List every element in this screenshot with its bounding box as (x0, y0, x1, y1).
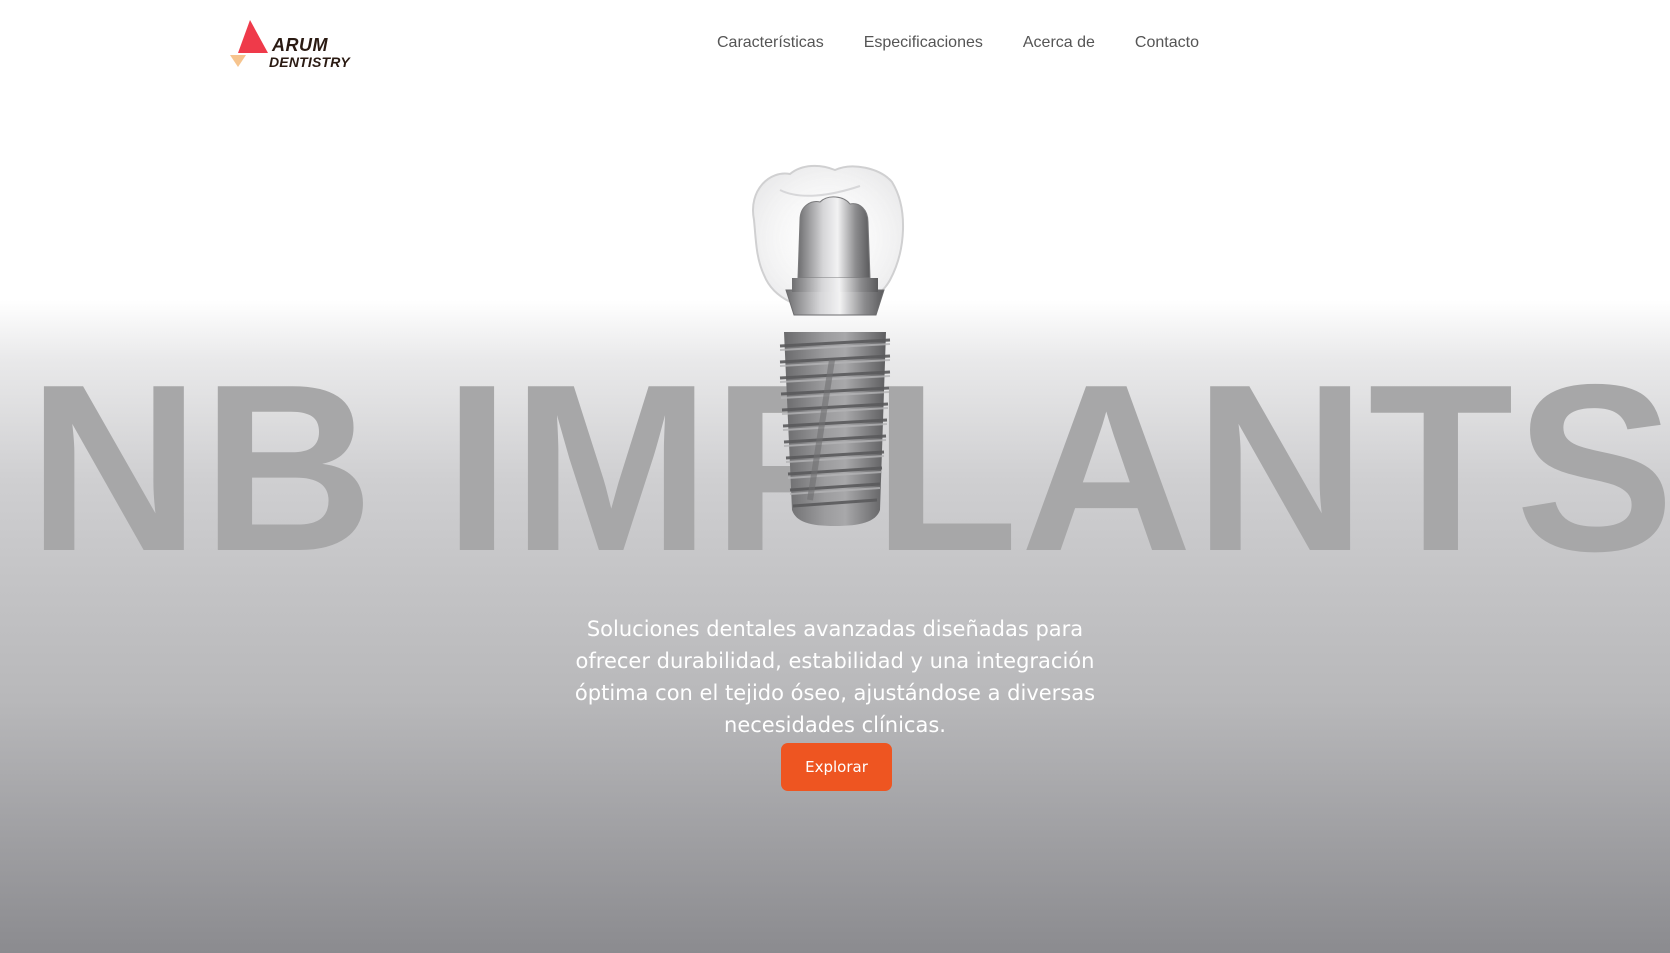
implant-image (752, 164, 905, 526)
main-nav: Características Especificaciones Acerca … (717, 34, 1199, 52)
brand-name-line2: DENTISTRY (269, 54, 350, 70)
nav-item-caracteristicas[interactable]: Características (717, 34, 824, 52)
hero-description: Soluciones dentales avanzadas diseñadas … (574, 617, 1096, 737)
nav-item-contacto[interactable]: Contacto (1135, 34, 1199, 52)
nav-item-acerca-de[interactable]: Acerca de (1023, 34, 1095, 52)
landing-page: ARUM DENTISTRY Características Especific… (0, 0, 1670, 953)
brand-logo[interactable]: ARUM DENTISTRY (228, 18, 358, 72)
site-header: ARUM DENTISTRY Características Especific… (0, 0, 1670, 90)
dental-implant-illustration (740, 160, 940, 560)
nav-item-especificaciones[interactable]: Especificaciones (864, 34, 983, 52)
explore-button[interactable]: Explorar (781, 743, 892, 791)
brand-wordmark: ARUM DENTISTRY (269, 35, 350, 70)
brand-name-line1: ARUM (272, 35, 328, 55)
